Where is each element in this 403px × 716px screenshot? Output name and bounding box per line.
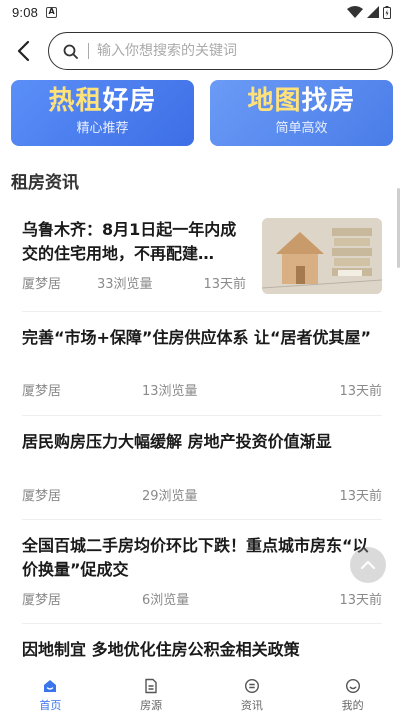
nav-label: 房源 xyxy=(140,699,163,712)
news-title: 全国百城二手房均价环比下跌！重点城市房东“以价换量”促成交 xyxy=(22,536,369,579)
banner-title: 地图找房 xyxy=(247,86,356,116)
search-icon xyxy=(63,44,78,59)
news-source: 厦梦居 xyxy=(22,489,62,504)
banner-hot-rent[interactable]: 热租好房 精心推荐 xyxy=(11,80,194,146)
notification-icon: A xyxy=(46,6,58,18)
news-time: 13天前 xyxy=(339,384,382,399)
banner-subtitle: 简单高效 xyxy=(275,121,328,136)
chevron-left-icon xyxy=(17,40,30,62)
news-source: 厦梦居 xyxy=(22,277,62,292)
status-icons xyxy=(347,5,391,19)
battery-icon xyxy=(383,5,391,19)
banner-map-search[interactable]: 地图找房 简单高效 xyxy=(210,80,393,146)
banner-title: 热租好房 xyxy=(48,86,157,116)
news-meta: 厦梦居 6浏览量 13天前 xyxy=(22,589,382,608)
nav-label: 我的 xyxy=(341,699,364,712)
home-icon xyxy=(42,678,58,694)
section-title: 租房资讯 xyxy=(11,173,79,193)
news-item[interactable]: 因地制宜 多地优化住房公积金相关政策 xyxy=(22,624,382,672)
status-bar: 9:08 A xyxy=(0,0,403,24)
bottom-nav: 首页 房源 资讯 我的 xyxy=(0,672,403,716)
news-views: 29浏览量 xyxy=(142,489,198,504)
search-divider xyxy=(88,43,89,59)
search-box[interactable] xyxy=(48,32,393,70)
news-item[interactable]: 居民购房压力大幅缓解 房地产投资价值渐显 厦梦居 29浏览量 13天前 xyxy=(22,416,382,520)
status-time: 9:08 xyxy=(12,4,39,20)
back-button[interactable] xyxy=(10,36,36,66)
news-item[interactable]: 完善“市场+保障”住房供应体系 让“居者优其屋” 厦梦居 13浏览量 13天前 xyxy=(22,312,382,416)
nav-item-profile[interactable]: 我的 xyxy=(302,672,403,716)
scroll-to-top-button[interactable] xyxy=(350,547,386,583)
banner-subtitle: 精心推荐 xyxy=(76,121,129,136)
news-source: 厦梦居 xyxy=(22,593,62,608)
nav-label: 首页 xyxy=(39,699,62,712)
nav-item-listings[interactable]: 房源 xyxy=(101,672,202,716)
news-title: 因地制宜 多地优化住房公积金相关政策 xyxy=(22,640,300,659)
news-title: 居民购房压力大幅缓解 房地产投资价值渐显 xyxy=(22,432,332,451)
nav-label: 资讯 xyxy=(240,699,263,712)
wifi-icon xyxy=(347,6,363,18)
news-source: 厦梦居 xyxy=(22,384,62,399)
chevron-up-icon xyxy=(361,561,375,569)
scrollbar[interactable] xyxy=(397,188,400,268)
news-meta: 厦梦居 29浏览量 13天前 xyxy=(22,485,382,504)
news-views: 13浏览量 xyxy=(142,384,198,399)
news-views: 33浏览量 xyxy=(97,277,153,292)
header xyxy=(0,28,403,74)
news-title: 完善“市场+保障”住房供应体系 让“居者优其屋” xyxy=(22,328,372,347)
listing-icon xyxy=(143,678,159,694)
news-thumbnail xyxy=(262,218,382,294)
news-time: 13天前 xyxy=(339,489,382,504)
news-time: 13天前 xyxy=(339,593,382,608)
signal-icon xyxy=(367,6,379,18)
news-time: 13天前 xyxy=(203,277,246,292)
nav-item-news[interactable]: 资讯 xyxy=(202,672,303,716)
news-item[interactable]: 全国百城二手房均价环比下跌！重点城市房东“以价换量”促成交 厦梦居 6浏览量 1… xyxy=(22,520,382,624)
profile-icon xyxy=(345,678,361,694)
news-meta: 厦梦居 33浏览量 13天前 xyxy=(22,273,246,292)
news-icon xyxy=(244,678,260,694)
news-meta: 厦梦居 13浏览量 13天前 xyxy=(22,380,382,399)
search-input[interactable] xyxy=(97,43,347,59)
news-item[interactable]: 乌鲁木齐：8月1日起一年内成交的住宅用地，不再配建… 厦梦居 33浏览量 13天… xyxy=(22,210,382,312)
news-views: 6浏览量 xyxy=(142,593,190,608)
nav-item-home[interactable]: 首页 xyxy=(0,672,101,716)
news-title: 乌鲁木齐：8月1日起一年内成交的住宅用地，不再配建… xyxy=(22,220,237,263)
